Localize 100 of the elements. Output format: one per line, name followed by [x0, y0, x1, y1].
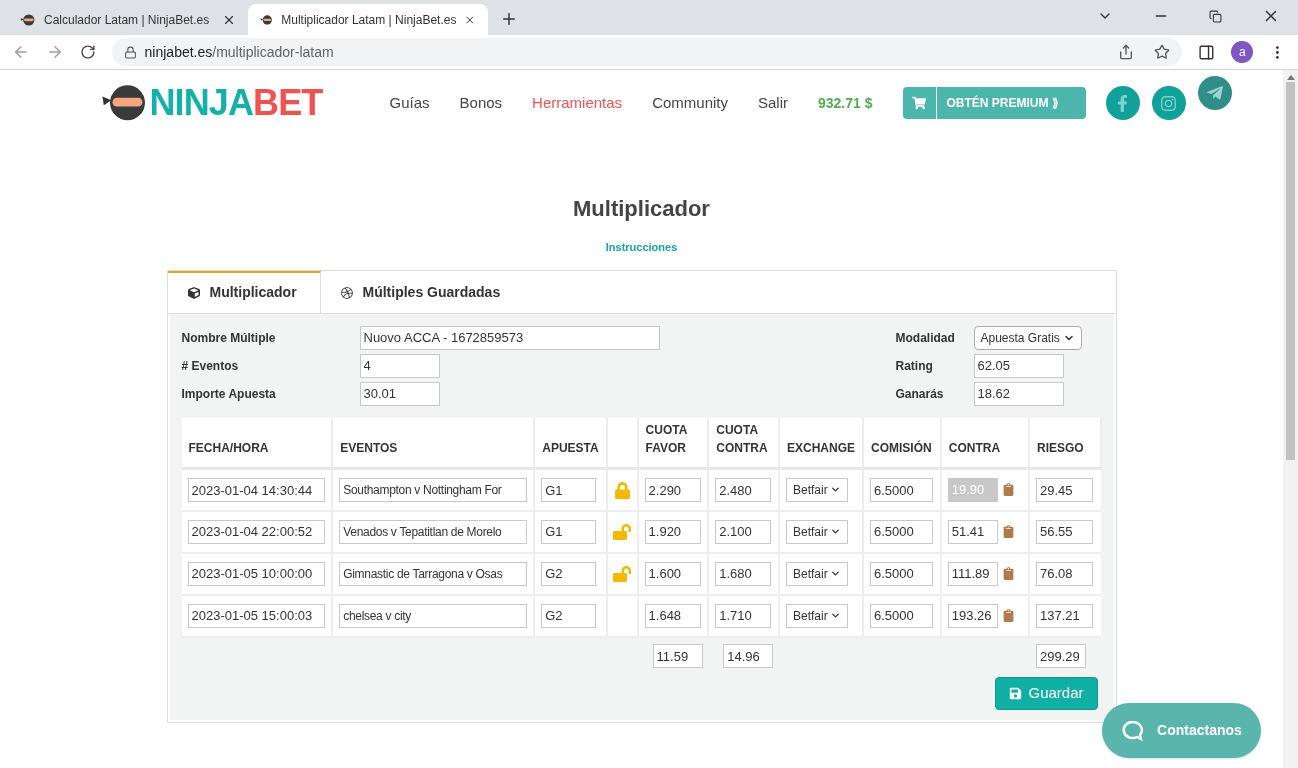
exchange-select[interactable]: Betfair — [786, 519, 848, 544]
nav-link[interactable]: Guías — [389, 91, 430, 115]
text-field[interactable]: 30.01 — [359, 381, 440, 406]
total-field[interactable]: 14.96 — [723, 644, 774, 669]
event-field[interactable]: Gimnastic de Tarragona v Osas — [339, 562, 528, 586]
back-icon[interactable] — [12, 43, 30, 61]
column-header: EXCHANGE — [787, 441, 855, 455]
nav-link[interactable]: Bonos — [459, 91, 503, 115]
panel-tab[interactable]: Múltiples Guardadas — [320, 270, 521, 313]
nav-link[interactable]: Herramientas — [532, 91, 623, 115]
browser-tab[interactable]: Multiplicador Latam | NinjaBet.es — [248, 4, 488, 35]
field-label: # Eventos — [181, 357, 240, 375]
text-field[interactable]: 62.05 — [973, 353, 1064, 378]
cube-icon — [187, 286, 200, 299]
scroll-up-icon[interactable] — [1286, 75, 1295, 80]
date-field[interactable]: 2023-01-04 22:00:52 — [187, 519, 325, 544]
text-field[interactable]: Nuovo ACCA - 1672859573 — [359, 325, 660, 350]
clipboard-icon[interactable] — [1001, 483, 1015, 497]
field-label: Modalidad — [895, 329, 956, 347]
risk-field[interactable]: 29.45 — [1036, 478, 1093, 502]
odds-field[interactable]: 2.480 — [715, 478, 772, 502]
new-tab-icon[interactable] — [500, 10, 518, 28]
favicon-icon — [260, 13, 274, 26]
mode-select[interactable]: Apuesta Gratis — [973, 325, 1082, 350]
column-header: CONTRA — [948, 441, 1001, 455]
column-header: COMISIÓN — [871, 441, 932, 455]
bet-field[interactable]: G1 — [541, 478, 597, 502]
panel-tab[interactable]: Multiplicador — [167, 270, 321, 313]
column-header: EVENTOS — [340, 441, 398, 455]
side-panel-icon[interactable] — [1198, 43, 1216, 61]
nav-link[interactable]: Salir — [758, 91, 788, 115]
date-field[interactable]: 2023-01-05 15:00:03 — [187, 603, 325, 628]
column-header: CUOTA FAVOR — [645, 423, 687, 455]
odds-field[interactable]: 1.920 — [644, 519, 701, 544]
commission-field[interactable]: 6.5000 — [870, 561, 933, 586]
instagram-icon — [1160, 94, 1177, 112]
field-label: Rating — [895, 357, 934, 375]
odds-field[interactable]: 1.680 — [715, 561, 772, 586]
clipboard-icon[interactable] — [1001, 567, 1015, 580]
odds-field[interactable]: 1.710 — [715, 603, 772, 628]
clipboard-icon[interactable] — [1001, 609, 1015, 622]
bet-field[interactable]: G1 — [541, 519, 597, 544]
chevron-icon — [830, 568, 841, 579]
column-header: CUOTA CONTRA — [716, 423, 768, 455]
odds-field[interactable]: 2.290 — [644, 478, 701, 502]
tab-title: Calculador Latam | NinjaBet.es — [44, 11, 211, 29]
clipboard-icon[interactable] — [1001, 525, 1015, 538]
nav-link[interactable]: Community — [652, 91, 728, 115]
risk-field[interactable]: 137.21 — [1036, 603, 1093, 628]
exchange-select[interactable]: Betfair — [786, 477, 848, 502]
column-header: FECHA/HORA — [188, 441, 269, 455]
date-field[interactable]: 2023-01-05 10:00:00 — [187, 561, 325, 586]
bookmark-star-icon[interactable] — [1154, 44, 1171, 60]
date-field[interactable]: 2023-01-04 14:30:44 — [187, 478, 325, 502]
risk-field[interactable]: 76.08 — [1036, 561, 1093, 586]
browser-tab[interactable]: Calculador Latam | NinjaBet.es — [8, 4, 248, 35]
scrollbar[interactable] — [1283, 70, 1298, 768]
event-field[interactable]: Southampton v Nottingham For — [339, 478, 528, 503]
facebook-link[interactable] — [1105, 86, 1140, 120]
reload-icon[interactable] — [79, 44, 96, 60]
event-field[interactable]: Venados v Tepatitlan de Morelo — [339, 520, 528, 544]
text-field[interactable]: 18.62 — [973, 381, 1064, 406]
exchange-select[interactable]: Betfair — [786, 561, 848, 586]
field-label: Nombre Múltiple — [181, 329, 277, 347]
column-header: APUESTA — [542, 441, 599, 455]
favicon-icon — [20, 13, 36, 26]
lay-field[interactable]: 51.41 — [947, 519, 998, 544]
lay-field[interactable]: 193.26 — [947, 603, 998, 628]
risk-field[interactable]: 56.55 — [1036, 519, 1093, 544]
odds-field[interactable]: 1.600 — [644, 561, 701, 586]
total-field[interactable]: 299.29 — [1036, 644, 1086, 669]
instagram-link[interactable] — [1151, 86, 1186, 120]
chevron-icon — [830, 526, 841, 537]
total-field[interactable]: 11.59 — [652, 644, 703, 669]
field-label: Importe Apuesta — [181, 385, 277, 403]
profile-avatar[interactable]: a — [1231, 41, 1254, 63]
share-icon[interactable] — [1118, 44, 1135, 60]
commission-field[interactable]: 6.5000 — [870, 603, 933, 628]
field-label: Ganarás — [895, 385, 945, 403]
odds-field[interactable]: 2.100 — [715, 519, 772, 544]
bet-field[interactable]: G2 — [541, 603, 597, 628]
paper-plane-icon — [1205, 84, 1224, 102]
bet-field[interactable]: G2 — [541, 561, 597, 586]
commission-field[interactable]: 6.5000 — [870, 478, 933, 502]
odds-field[interactable]: 1.648 — [644, 603, 701, 628]
lay-field[interactable]: 111.89 — [947, 561, 998, 586]
address-bar[interactable]: ninjabet.es/multiplicador-latam — [111, 38, 1183, 66]
balance: 932.71 $ — [818, 93, 873, 113]
telegram-link[interactable] — [1197, 76, 1232, 110]
url-text: ninjabet.es/multiplicador-latam — [144, 42, 334, 62]
commission-field[interactable]: 6.5000 — [870, 519, 933, 544]
tab-title: Multiplicador Latam | NinjaBet.es — [281, 11, 457, 29]
save-icon — [1009, 686, 1023, 700]
exchange-select[interactable]: Betfair — [786, 603, 848, 628]
restore-icon[interactable] — [1209, 9, 1222, 23]
text-field[interactable]: 4 — [359, 353, 440, 378]
chevron-icon — [830, 610, 841, 621]
event-field[interactable]: chelsea v city — [339, 604, 528, 628]
column-header: RIESGO — [1037, 441, 1084, 455]
chat-bubble-icon — [1121, 718, 1146, 743]
